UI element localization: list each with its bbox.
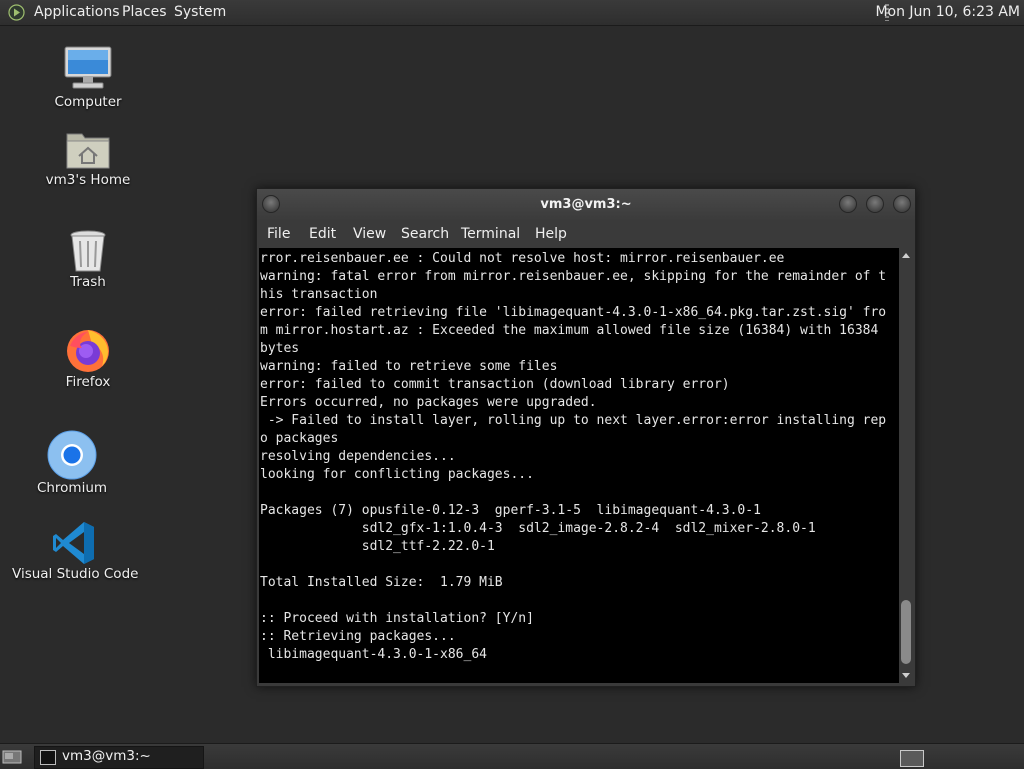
menu-file[interactable]: File bbox=[267, 226, 290, 242]
terminal-line: looking for conflicting packages... bbox=[260, 467, 534, 482]
terminal-line: warning: fatal error from mirror.reisenb… bbox=[260, 269, 887, 284]
menu-help[interactable]: Help bbox=[535, 226, 567, 242]
terminal-line: Packages (7) opusfile-0.12-3 gperf-3.1-5… bbox=[260, 503, 761, 518]
terminal-line: Total Installed Size: 1.79 MiB bbox=[260, 575, 503, 590]
workspace-switcher[interactable] bbox=[900, 750, 924, 767]
terminal-line: sdl2_gfx-1:1.0.4-3 sdl2_image-2.8.2-4 sd… bbox=[260, 521, 816, 536]
terminal-scrollbar[interactable] bbox=[899, 248, 913, 683]
minimize-button[interactable] bbox=[839, 195, 857, 213]
menu-system[interactable]: System bbox=[174, 4, 226, 20]
desktop-icon-label: Firefox bbox=[65, 374, 111, 390]
menu-applications[interactable]: Applications bbox=[34, 4, 120, 20]
terminal-line: libimagequant-4.3.0-1-x86_64 bbox=[260, 647, 487, 662]
top-panel: Applications Places System Mon Jun 10, 6… bbox=[0, 0, 1024, 26]
desktop-icon-label: Computer bbox=[54, 94, 122, 110]
firefox-icon bbox=[67, 330, 109, 372]
menu-places[interactable]: Places bbox=[122, 4, 167, 20]
bottom-panel: vm3@vm3:~ bbox=[0, 743, 1024, 769]
terminal-line: m mirror.hostart.az : Exceeded the maxim… bbox=[260, 323, 879, 338]
terminal-line: o packages bbox=[260, 431, 339, 446]
terminal-line: his transaction bbox=[260, 287, 378, 302]
desktop-icon-label: Trash bbox=[70, 274, 106, 290]
show-desktop-icon[interactable] bbox=[2, 748, 22, 765]
desktop-icon-computer[interactable]: Computer bbox=[48, 44, 128, 110]
terminal-line: warning: failed to retrieve some files bbox=[260, 359, 558, 374]
chromium-icon bbox=[47, 430, 97, 480]
terminal-line: sdl2_ttf-2.22.0-1 bbox=[260, 539, 495, 554]
desktop-icon-vscode[interactable]: Visual Studio Code bbox=[12, 520, 139, 582]
terminal-line: error: failed retrieving file 'libimageq… bbox=[260, 305, 887, 320]
taskbar-window-button[interactable]: vm3@vm3:~ bbox=[34, 746, 204, 769]
close-button[interactable] bbox=[893, 195, 911, 213]
terminal-line: :: Proceed with installation? [Y/n] bbox=[260, 611, 534, 626]
applications-logo-icon[interactable] bbox=[8, 4, 25, 21]
desktop-icon-trash[interactable]: Trash bbox=[48, 228, 128, 290]
desktop-icon-label: vm3's Home bbox=[45, 172, 131, 188]
desktop-icon-label: Chromium bbox=[36, 480, 108, 496]
terminal-line: rror.reisenbauer.ee : Could not resolve … bbox=[260, 251, 785, 266]
clock[interactable]: Mon Jun 10, 6:23 AM bbox=[875, 4, 1020, 20]
terminal-line: -> Failed to install layer, rolling up t… bbox=[260, 413, 887, 428]
desktop-icon-label: Visual Studio Code bbox=[12, 566, 139, 582]
terminal-line: resolving dependencies... bbox=[260, 449, 456, 464]
terminal-line: Errors occurred, no packages were upgrad… bbox=[260, 395, 597, 410]
desktop-icon-firefox[interactable]: Firefox bbox=[48, 326, 128, 390]
terminal-line: :: Retrieving packages... bbox=[260, 629, 456, 644]
window-title: vm3@vm3:~ bbox=[540, 197, 632, 212]
menu-terminal[interactable]: Terminal bbox=[461, 226, 520, 242]
maximize-button[interactable] bbox=[866, 195, 884, 213]
vscode-icon bbox=[53, 522, 94, 564]
desktop-icon-home[interactable]: vm3's Home bbox=[44, 126, 132, 188]
terminal-text: rror.reisenbauer.ee : Could not resolve … bbox=[259, 248, 899, 664]
desktop-icon-chromium[interactable]: Chromium bbox=[32, 430, 112, 496]
menu-search[interactable]: Search bbox=[401, 226, 449, 242]
terminal-line: bytes bbox=[260, 341, 300, 356]
menu-edit[interactable]: Edit bbox=[309, 226, 336, 242]
home-folder-icon bbox=[66, 133, 110, 169]
terminal-output[interactable]: rror.reisenbauer.ee : Could not resolve … bbox=[259, 248, 899, 683]
window-menu-icon[interactable] bbox=[262, 195, 280, 213]
terminal-menubar: File Edit View Search Terminal Help bbox=[257, 220, 915, 248]
terminal-line: error: failed to commit transaction (dow… bbox=[260, 377, 730, 392]
scrollbar-thumb[interactable] bbox=[901, 600, 911, 664]
computer-icon bbox=[64, 46, 112, 89]
terminal-window[interactable]: vm3@vm3:~ File Edit View Search Terminal… bbox=[256, 188, 916, 687]
window-titlebar[interactable]: vm3@vm3:~ bbox=[257, 189, 915, 220]
terminal-icon bbox=[40, 750, 56, 765]
menu-view[interactable]: View bbox=[353, 226, 386, 242]
scroll-up-icon[interactable] bbox=[902, 253, 910, 258]
trash-icon bbox=[70, 230, 106, 272]
taskbar-window-label: vm3@vm3:~ bbox=[62, 748, 151, 764]
scroll-down-icon[interactable] bbox=[902, 673, 910, 678]
